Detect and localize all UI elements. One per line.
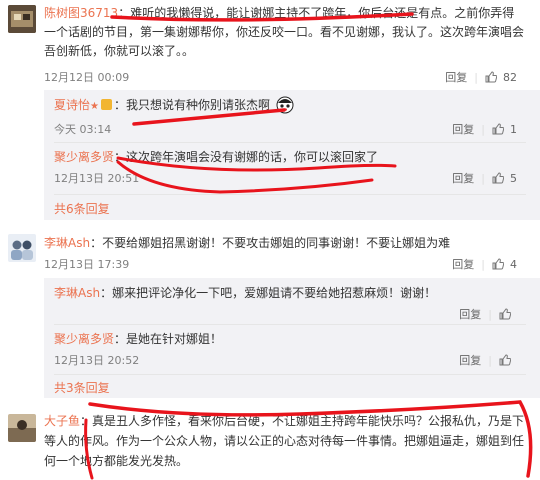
sub-reply-text: 李琳Ash：娜来把评论净化一下吧，爱娜姐请不要给她招惹麻烦！谢谢！ [54, 284, 530, 302]
more-replies-link[interactable]: 共3条回复 [54, 379, 110, 396]
reply-divider [54, 324, 526, 325]
thumbs-up-icon [485, 71, 497, 83]
reply-button[interactable]: 回复 [445, 170, 481, 186]
sub-reply-username[interactable]: 聚少离多贤 [54, 150, 114, 164]
sub-reply-content: ：是她在针对娜姐！ [114, 332, 223, 346]
like-count: 4 [510, 257, 517, 271]
like-button[interactable]: 82 [478, 71, 524, 84]
sub-reply-time: 今天 03:14 [54, 123, 112, 136]
sub-reply-content: ：娜来把评论净化一下吧，爱娜姐请不要给她招惹麻烦！谢谢！ [100, 286, 437, 300]
like-button[interactable] [492, 354, 524, 366]
sub-reply: 李琳Ash：娜来把评论净化一下吧，爱娜姐请不要给她招惹麻烦！谢谢！ 回复 | [54, 284, 530, 324]
comment-username[interactable]: 李琳Ash [44, 236, 90, 250]
reply-box: 李琳Ash：娜来把评论净化一下吧，爱娜姐请不要给她招惹麻烦！谢谢！ 回复 | 聚… [44, 278, 540, 398]
reply-button[interactable]: 回复 [445, 256, 481, 272]
avatar[interactable] [8, 414, 36, 442]
comment-content: ：真是丑人多作怪，看来你后台硬，不让娜姐主持跨年能快乐吗？公报私仇，乃是下等人的… [44, 414, 525, 468]
sub-reply-text: 聚少离多贤：这次跨年演唱会没有谢娜的话，你可以滚回家了 [54, 148, 530, 166]
reply-button[interactable]: 回复 [445, 121, 481, 137]
sub-reply-time: 12月13日 20:51 [54, 172, 140, 185]
like-button[interactable]: 5 [485, 172, 524, 185]
comment-item: 李琳Ash：不要给娜姐招黑谢谢！不要攻击娜姐的同事谢谢！不要让娜姐为难 12月1… [0, 228, 540, 400]
sub-reply-text: 夏诗怡★ ：我只想说有种你别请张杰啊 [54, 96, 530, 116]
reply-button[interactable]: 回复 [438, 69, 474, 85]
like-button[interactable]: 4 [485, 258, 524, 271]
comment-time: 12月13日 17:39 [44, 258, 130, 271]
thumbs-up-icon [499, 354, 511, 366]
avatar[interactable] [8, 234, 36, 262]
sub-reply-time: 12月13日 20:52 [54, 354, 140, 367]
sub-reply: 聚少离多贤：这次跨年演唱会没有谢娜的话，你可以滚回家了 12月13日 20:51… [54, 148, 530, 190]
comment-text: 李琳Ash：不要给娜姐招黑谢谢！不要攻击娜姐的同事谢谢！不要让娜姐为难 [44, 234, 526, 253]
avatar[interactable] [8, 5, 36, 33]
reply-button[interactable]: 回复 [452, 306, 488, 322]
comment-actions: 回复 | 82 [438, 69, 524, 85]
comment-item: 大子鱼：真是丑人多作怪，看来你后台硬，不让娜姐主持跨年能快乐吗？公报私仇，乃是下… [0, 408, 540, 480]
more-replies-link[interactable]: 共6条回复 [54, 200, 110, 217]
sub-reply-username[interactable]: 李琳Ash [54, 286, 100, 300]
sub-reply-actions: 回复 | 5 [445, 170, 524, 186]
comment-username[interactable]: 陈树图36713 [44, 6, 118, 20]
thumbs-up-icon [492, 123, 504, 135]
reply-divider [54, 142, 526, 143]
like-count: 1 [510, 122, 517, 136]
like-count: 5 [510, 171, 517, 185]
like-button[interactable]: 1 [485, 123, 524, 136]
comment-time: 12月12日 00:09 [44, 71, 130, 84]
reply-divider [54, 374, 526, 375]
like-count: 82 [503, 70, 517, 84]
comment-content: ：不要给娜姐招黑谢谢！不要攻击娜姐的同事谢谢！不要让娜姐为难 [90, 236, 451, 250]
sub-reply-actions: 回复 | 1 [445, 121, 524, 137]
sub-reply-username[interactable]: 夏诗怡 [54, 98, 90, 112]
comment-actions: 回复 | 4 [445, 256, 524, 272]
thumbs-up-icon [492, 172, 504, 184]
user-badge [100, 99, 112, 110]
comment-item: 陈树图36713：难听的我懒得说，能让谢娜主持不了跨年，你后台还是有点。之前你弄… [0, 0, 540, 222]
emoji-icon [276, 96, 294, 114]
comment-username[interactable]: 大子鱼 [44, 414, 80, 428]
sub-reply: 聚少离多贤：是她在针对娜姐！ 12月13日 20:52 回复 | [54, 330, 530, 370]
sub-reply-text: 聚少离多贤：是她在针对娜姐！ [54, 330, 530, 348]
vip-badge: ★ [90, 101, 99, 112]
sub-reply-username[interactable]: 聚少离多贤 [54, 332, 114, 346]
sub-reply-actions: 回复 | [452, 306, 524, 322]
sub-reply-content: ：这次跨年演唱会没有谢娜的话，你可以滚回家了 [114, 150, 379, 164]
sub-reply-actions: 回复 | [452, 352, 524, 368]
thumbs-up-icon [499, 308, 511, 320]
sub-reply-content: ：我只想说有种你别请张杰啊 [113, 98, 270, 112]
sub-reply: 夏诗怡★ ：我只想说有种你别请张杰啊 今天 03:14 回复 | 1 [54, 96, 530, 138]
comment-text: 陈树图36713：难听的我懒得说，能让谢娜主持不了跨年，你后台还是有点。之前你弄… [44, 4, 526, 61]
comment-text: 大子鱼：真是丑人多作怪，看来你后台硬，不让娜姐主持跨年能快乐吗？公报私仇，乃是下… [44, 411, 526, 471]
reply-box: 夏诗怡★ ：我只想说有种你别请张杰啊 今天 03:14 回复 | 1 聚少离多贤：… [44, 90, 540, 220]
reply-button[interactable]: 回复 [452, 352, 488, 368]
thumbs-up-icon [492, 258, 504, 270]
like-button[interactable] [492, 308, 524, 320]
reply-divider [54, 194, 526, 195]
